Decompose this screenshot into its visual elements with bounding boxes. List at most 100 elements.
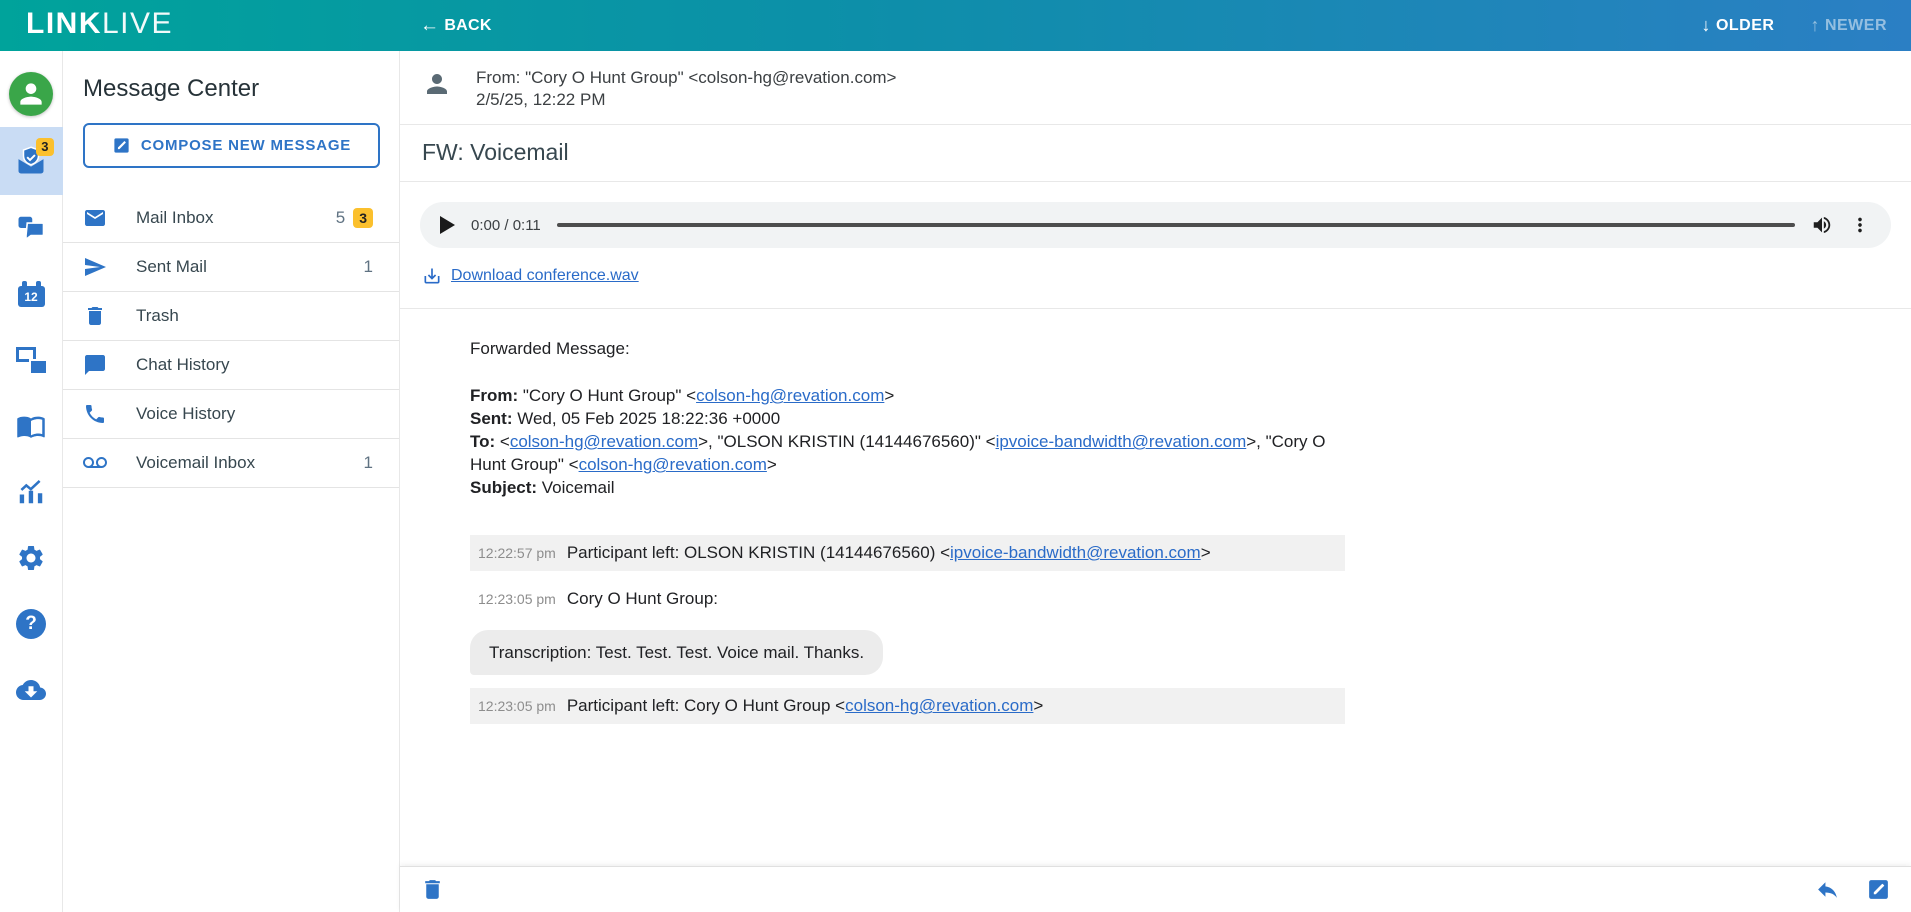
app-window: LINKLIVE ← BACK ↓ OLDER ↑ NEWER bbox=[0, 0, 1911, 912]
rail-item-chats[interactable] bbox=[0, 195, 63, 261]
event-text: Participant left: OLSON KRISTIN (1414467… bbox=[567, 541, 1211, 564]
analytics-icon bbox=[16, 477, 46, 507]
from-line: From: "Cory O Hunt Group" <colson-hg@rev… bbox=[476, 67, 896, 89]
windows-icon bbox=[16, 347, 46, 373]
sidebar-item-voice-history[interactable]: Voice History bbox=[63, 390, 399, 439]
email-link[interactable]: colson-hg@revation.com bbox=[845, 696, 1033, 715]
back-label: BACK bbox=[444, 17, 491, 35]
unread-badge: 3 bbox=[353, 208, 373, 228]
sidebar-item-mail-inbox[interactable]: Mail Inbox 5 3 bbox=[63, 194, 399, 243]
event-log: 12:22:57 pm Participant left: OLSON KRIS… bbox=[470, 535, 1345, 724]
event-text: Participant left: Cory O Hunt Group <col… bbox=[567, 694, 1044, 717]
rail-item-calendar[interactable]: 12 bbox=[0, 261, 63, 327]
icon-rail: 3 12 bbox=[0, 51, 63, 912]
compose-icon bbox=[112, 136, 131, 155]
rail-item-help[interactable] bbox=[0, 591, 63, 657]
logo-light-text: LIVE bbox=[102, 7, 173, 40]
compose-label: COMPOSE NEW MESSAGE bbox=[141, 137, 351, 154]
forwarded-sent-line: Sent: Wed, 05 Feb 2025 18:22:36 +0000 bbox=[470, 407, 1345, 430]
forwarded-title: Forwarded Message: bbox=[470, 337, 1345, 360]
message-view: From: "Cory O Hunt Group" <colson-hg@rev… bbox=[400, 51, 1911, 912]
avatar bbox=[9, 72, 53, 116]
arrow-down-icon: ↓ bbox=[1701, 15, 1711, 36]
rail-item-screens[interactable] bbox=[0, 327, 63, 393]
rail-item-downloads[interactable] bbox=[0, 657, 63, 723]
older-button[interactable]: ↓ OLDER bbox=[1701, 15, 1774, 36]
folder-label: Voicemail Inbox bbox=[136, 453, 364, 473]
gear-icon bbox=[16, 543, 46, 573]
send-icon bbox=[83, 255, 107, 279]
mail-icon bbox=[83, 206, 107, 230]
back-arrow-icon: ← bbox=[420, 15, 439, 37]
speaker-event: 12:23:05 pm Cory O Hunt Group: bbox=[470, 581, 1345, 617]
trash-icon bbox=[83, 304, 107, 328]
unread-badge: 3 bbox=[36, 138, 53, 156]
folder-label: Trash bbox=[136, 306, 373, 326]
sidebar-item-chat-history[interactable]: Chat History bbox=[63, 341, 399, 390]
chat-bubbles-icon bbox=[16, 213, 46, 243]
event-timestamp: 12:22:57 pm bbox=[478, 542, 556, 565]
sender-avatar-icon bbox=[422, 67, 452, 104]
forwarded-from-line: From: "Cory O Hunt Group" <colson-hg@rev… bbox=[470, 384, 1345, 407]
folder-count: 1 bbox=[364, 257, 373, 277]
message-body: Forwarded Message: From: "Cory O Hunt Gr… bbox=[400, 309, 1911, 866]
email-link[interactable]: colson-hg@revation.com bbox=[696, 386, 884, 405]
play-button[interactable] bbox=[440, 216, 455, 234]
linklive-logo: LINKLIVE bbox=[26, 7, 173, 41]
audio-seek-bar[interactable] bbox=[557, 223, 1795, 227]
logo-bold-text: LINK bbox=[26, 7, 102, 40]
help-icon bbox=[16, 609, 46, 639]
delete-message-button[interactable] bbox=[420, 877, 445, 902]
subject-title: FW: Voicemail bbox=[400, 125, 1911, 182]
folder-label: Voice History bbox=[136, 404, 373, 424]
message-toolbar bbox=[400, 866, 1911, 912]
older-label: OLDER bbox=[1716, 17, 1775, 35]
person-icon bbox=[15, 78, 47, 110]
reply-button[interactable] bbox=[1815, 877, 1840, 902]
transcription-bubble: Transcription: Test. Test. Test. Voice m… bbox=[470, 630, 883, 675]
forwarded-subject-line: Subject: Voicemail bbox=[470, 476, 1345, 499]
email-link[interactable]: colson-hg@revation.com bbox=[510, 432, 698, 451]
folder-label: Mail Inbox bbox=[136, 208, 336, 228]
calendar-icon: 12 bbox=[18, 281, 45, 307]
sidebar-item-trash[interactable]: Trash bbox=[63, 292, 399, 341]
message-header: From: "Cory O Hunt Group" <colson-hg@rev… bbox=[400, 51, 1911, 125]
audio-menu-button[interactable] bbox=[1849, 214, 1871, 236]
message-nav-group: ↓ OLDER ↑ NEWER bbox=[1701, 0, 1887, 51]
email-link[interactable]: ipvoice-bandwidth@revation.com bbox=[996, 432, 1247, 451]
download-conference-link[interactable]: Download conference.wav bbox=[451, 267, 639, 285]
forward-compose-button[interactable] bbox=[1866, 877, 1891, 902]
date-line: 2/5/25, 12:22 PM bbox=[476, 89, 896, 111]
sidebar-item-voicemail-inbox[interactable]: Voicemail Inbox 1 bbox=[63, 439, 399, 488]
rail-item-profile[interactable] bbox=[0, 61, 63, 127]
event-text: Cory O Hunt Group: bbox=[567, 587, 718, 610]
newer-label: NEWER bbox=[1825, 17, 1887, 35]
audio-section: 0:00 / 0:11 Download conference.wav bbox=[400, 182, 1911, 309]
download-row: Download conference.wav bbox=[420, 266, 1891, 286]
email-link[interactable]: colson-hg@revation.com bbox=[579, 455, 767, 474]
download-icon bbox=[422, 266, 442, 286]
participant-event: 12:22:57 pm Participant left: OLSON KRIS… bbox=[470, 535, 1345, 571]
folder-count: 5 bbox=[336, 208, 345, 228]
rail-item-library[interactable] bbox=[0, 393, 63, 459]
back-button[interactable]: ← BACK bbox=[420, 0, 492, 51]
email-link[interactable]: ipvoice-bandwidth@revation.com bbox=[950, 543, 1201, 562]
event-timestamp: 12:23:05 pm bbox=[478, 588, 556, 611]
folder-list: Mail Inbox 5 3 Sent Mail 1 Trash Chat Hi… bbox=[63, 194, 399, 488]
chat-bubble-icon bbox=[83, 353, 107, 377]
rail-item-message-center[interactable]: 3 bbox=[0, 127, 63, 195]
sidebar-item-sent-mail[interactable]: Sent Mail 1 bbox=[63, 243, 399, 292]
volume-icon bbox=[1811, 214, 1833, 236]
folder-count: 1 bbox=[364, 453, 373, 473]
participant-event: 12:23:05 pm Participant left: Cory O Hun… bbox=[470, 688, 1345, 724]
newer-button: ↑ NEWER bbox=[1810, 15, 1887, 36]
folder-label: Chat History bbox=[136, 355, 373, 375]
rail-item-settings[interactable] bbox=[0, 525, 63, 591]
cloud-download-icon bbox=[16, 675, 46, 705]
volume-button[interactable] bbox=[1811, 214, 1833, 236]
compose-new-message-button[interactable]: COMPOSE NEW MESSAGE bbox=[83, 123, 380, 168]
audio-player: 0:00 / 0:11 bbox=[420, 202, 1891, 248]
page-title: Message Center bbox=[63, 51, 399, 123]
rail-item-analytics[interactable] bbox=[0, 459, 63, 525]
voicemail-icon bbox=[83, 451, 107, 475]
